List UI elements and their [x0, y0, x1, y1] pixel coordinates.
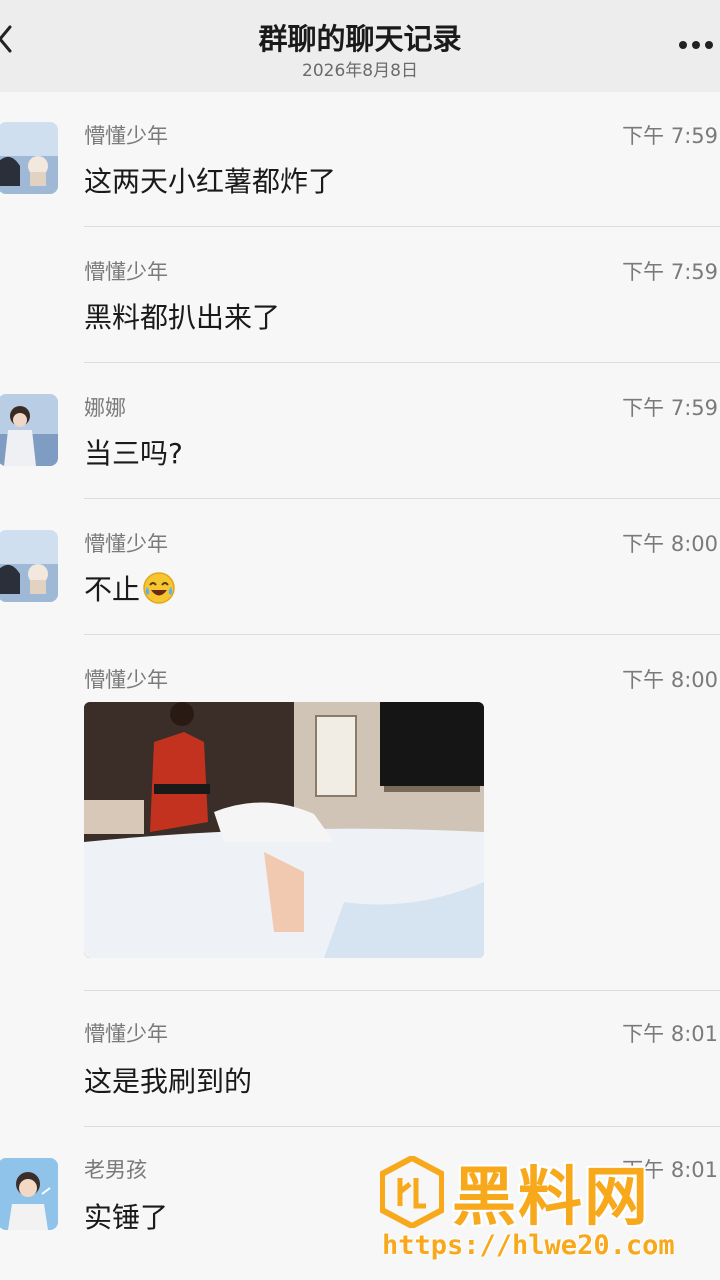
message-item[interactable]: 娜娜 下午 7:59 当三吗? [0, 364, 720, 500]
page-title: 群聊的聊天记录 [258, 22, 462, 56]
message-text: 黑料都扒出来了 [84, 301, 281, 334]
avatar[interactable] [0, 122, 58, 194]
sender-name: 老男孩 [84, 1158, 147, 1182]
more-icon[interactable] [674, 30, 718, 60]
sender-name: 懵懂少年 [84, 124, 168, 148]
sender-name: 懵懂少年 [84, 532, 168, 556]
message-time: 下午 8:00 [622, 532, 718, 556]
message-text: 实锤了 [84, 1201, 169, 1234]
message-text: 这两天小红薯都炸了 [84, 165, 337, 198]
message-time: 下午 7:59 [622, 260, 718, 284]
sender-name: 懵懂少年 [84, 1022, 168, 1046]
message-time: 下午 8:01 [622, 1022, 718, 1046]
divider [84, 1126, 720, 1127]
message-text: 不止 [84, 573, 141, 606]
divider [84, 990, 720, 991]
sender-name: 懵懂少年 [84, 260, 168, 284]
message-item[interactable]: 懵懂少年 下午 7:59 黑料都扒出来了 [0, 228, 720, 364]
watermark-url: https://hlwe20.com [382, 1230, 675, 1261]
laugh-cry-emoji-icon [142, 571, 176, 605]
message-image[interactable] [84, 702, 484, 958]
divider [84, 362, 720, 363]
sender-name: 懵懂少年 [84, 668, 168, 692]
watermark-brand: 黑料网 [452, 1161, 650, 1235]
avatar[interactable] [0, 530, 58, 602]
avatar[interactable] [0, 1158, 58, 1230]
message-item[interactable]: 懵懂少年 下午 7:59 这两天小红薯都炸了 [0, 92, 720, 228]
divider [84, 634, 720, 635]
divider [84, 226, 720, 227]
message-time: 下午 7:59 [622, 124, 718, 148]
message-time: 下午 7:59 [622, 396, 718, 420]
message-text-row: 不止 [84, 568, 176, 608]
message-item[interactable]: 懵懂少年 下午 8:01 这是我刷到的 [0, 992, 720, 1128]
sender-name: 娜娜 [84, 396, 126, 420]
watermark: 黑料网 https://hlwe20.com [376, 1150, 716, 1270]
avatar[interactable] [0, 394, 58, 466]
message-text: 这是我刷到的 [84, 1065, 253, 1098]
message-item[interactable]: 懵懂少年 下午 8:00 不止 [0, 500, 720, 636]
brand-logo-icon [379, 1154, 445, 1230]
divider [84, 498, 720, 499]
message-text: 当三吗? [84, 437, 183, 470]
chat-date: 2026年8月8日 [302, 61, 418, 81]
header-bar: 群聊的聊天记录 2026年8月8日 [0, 0, 720, 92]
message-time: 下午 8:00 [622, 668, 718, 692]
